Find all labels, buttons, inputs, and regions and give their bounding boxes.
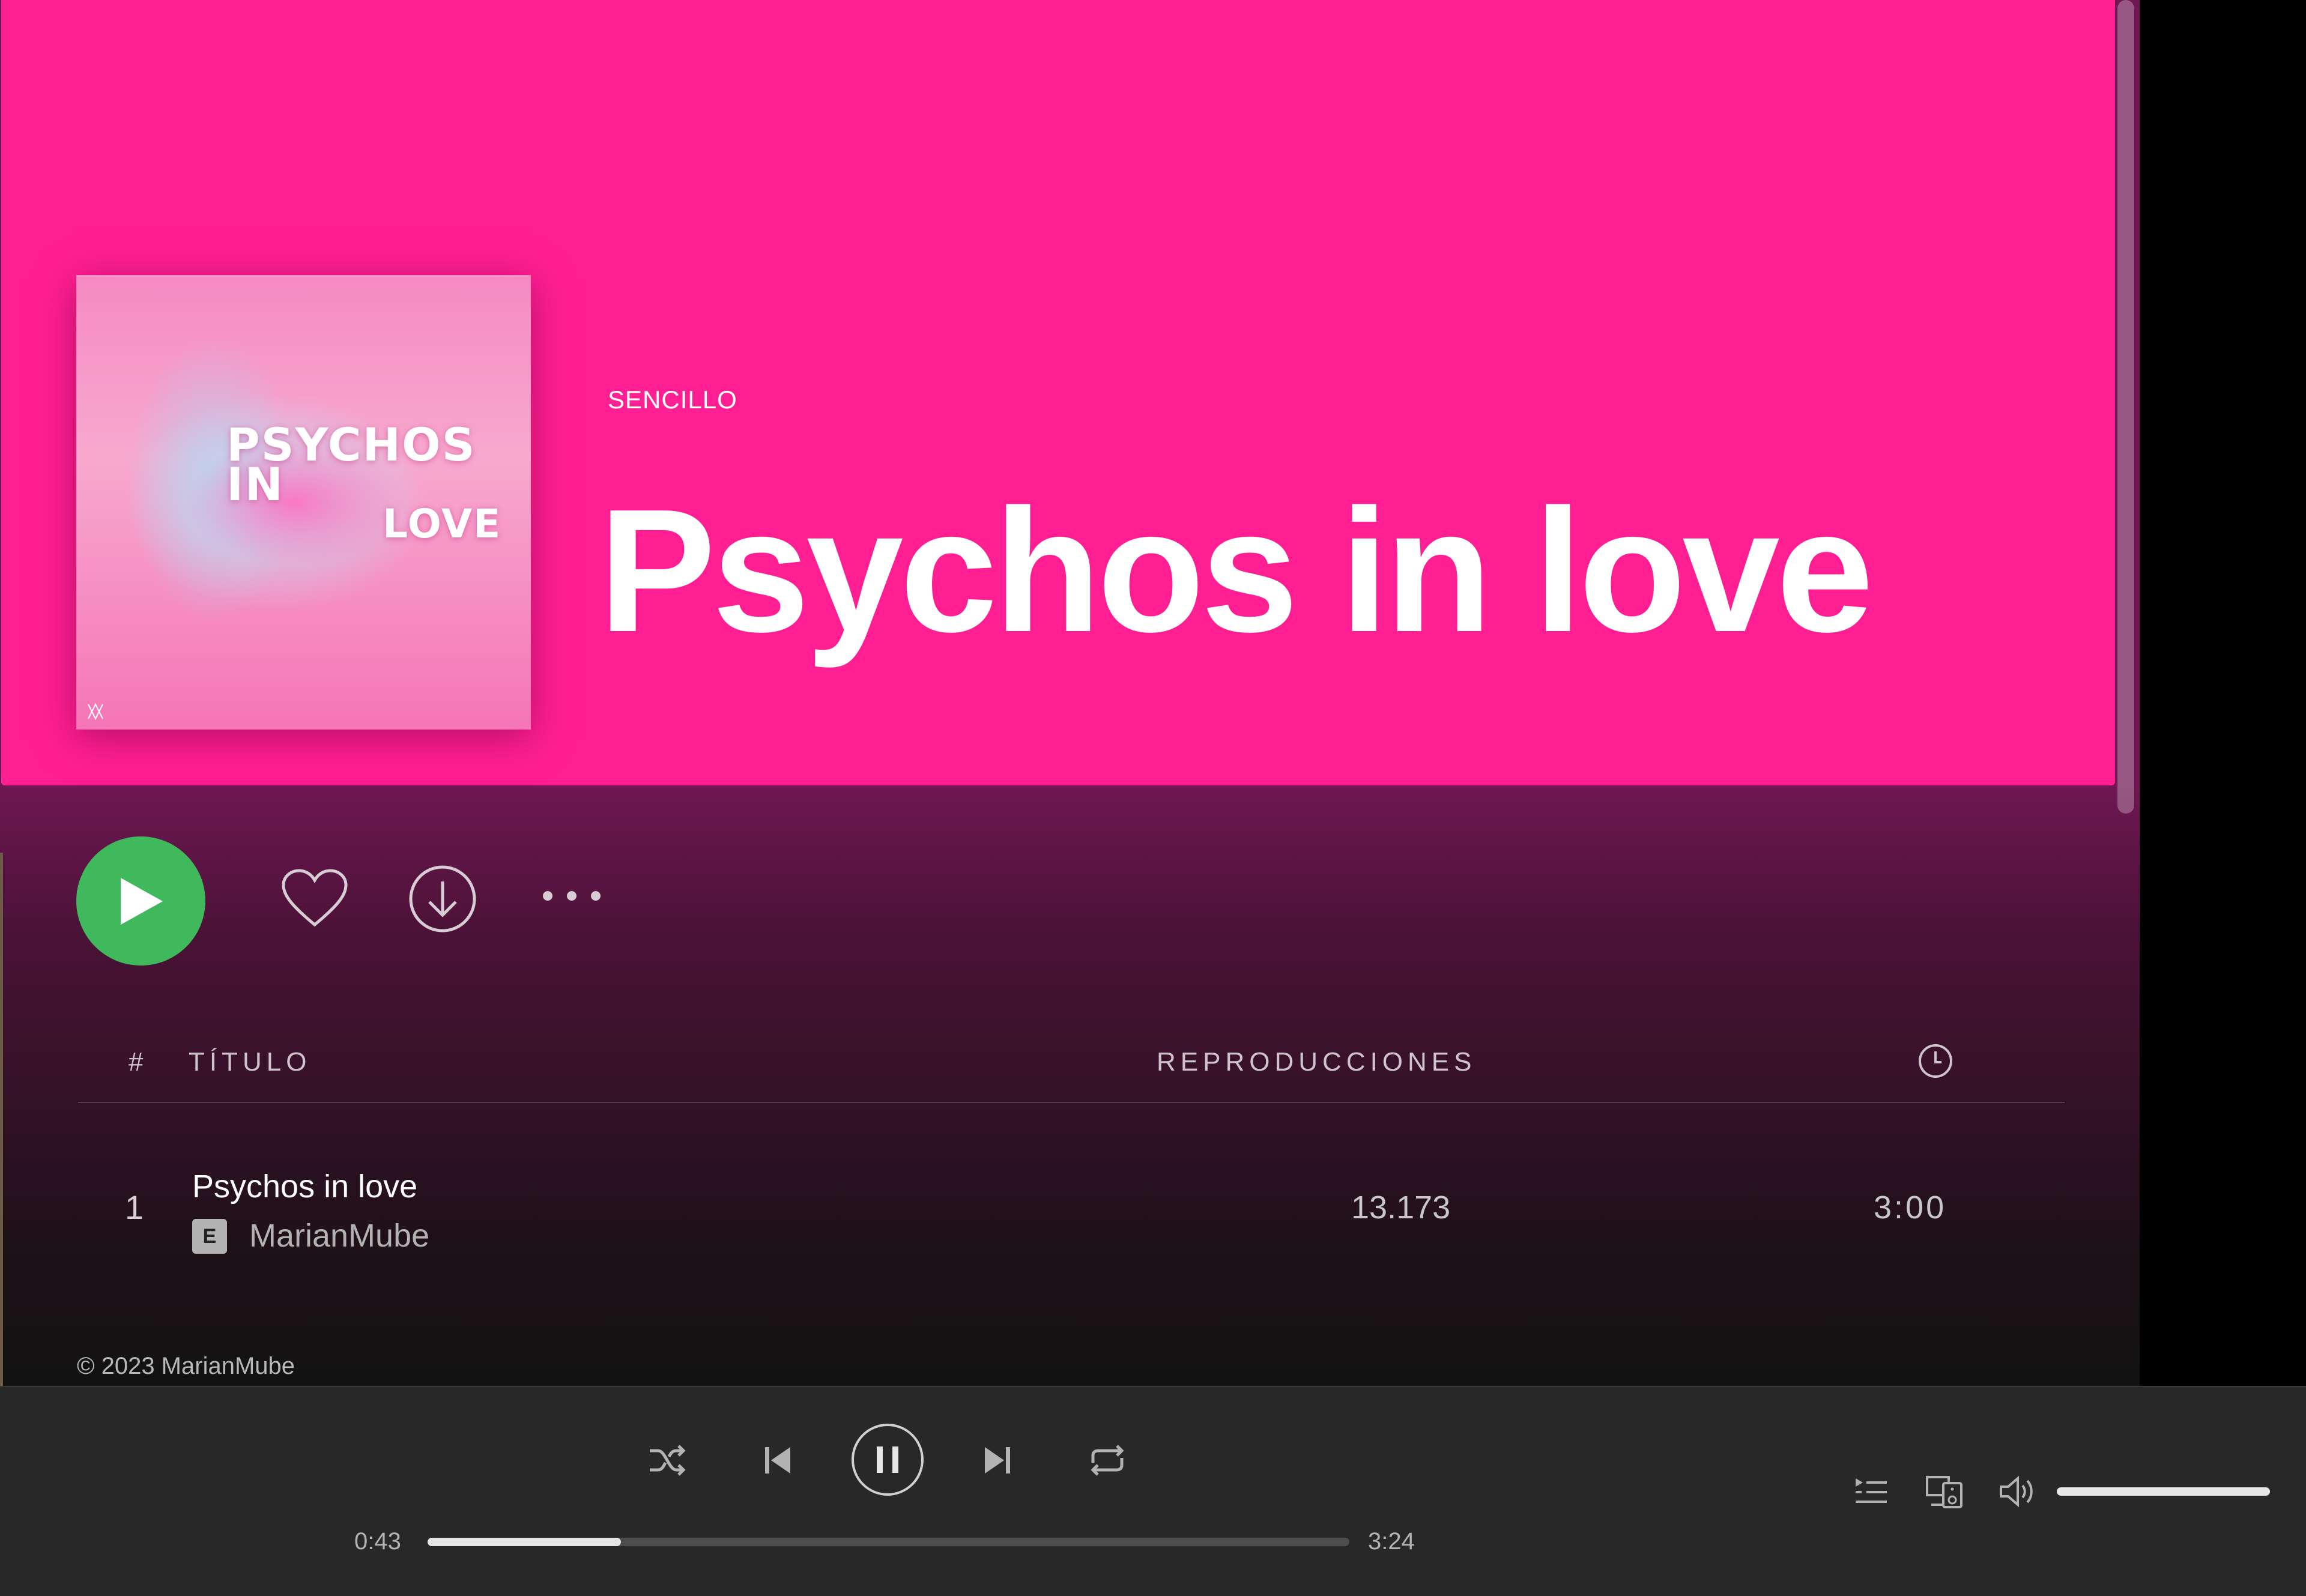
progress-fill: [428, 1538, 622, 1546]
more-options-icon[interactable]: [542, 889, 602, 903]
column-number-header: #: [129, 1047, 148, 1077]
play-icon: [120, 877, 163, 925]
queue-icon[interactable]: [1853, 1476, 1889, 1508]
pause-icon: [877, 1446, 898, 1473]
current-time: 0:43: [354, 1528, 401, 1555]
table-header-divider: [78, 1102, 2065, 1103]
album-cover: PSYCHOS IN LOVE: [76, 275, 531, 730]
track-number: 1: [125, 1188, 144, 1226]
column-plays-header[interactable]: REPRODUCCIONES: [1157, 1047, 1477, 1077]
next-icon[interactable]: [982, 1445, 1011, 1476]
clock-icon: [1919, 1044, 1952, 1078]
cover-lettering: PSYCHOS IN LOVE: [226, 418, 502, 547]
play-button[interactable]: [76, 836, 205, 966]
volume-icon[interactable]: [1999, 1475, 2037, 1508]
total-time: 3:24: [1368, 1528, 1415, 1555]
download-icon[interactable]: [408, 865, 477, 933]
repeat-icon[interactable]: [1088, 1443, 1127, 1477]
album-type-label: SENCILLO: [608, 385, 737, 414]
scrollbar[interactable]: [2117, 0, 2134, 814]
previous-icon[interactable]: [764, 1445, 793, 1476]
track-artist-link[interactable]: MarianMube: [249, 1217, 429, 1254]
explicit-badge: E: [192, 1219, 227, 1254]
heart-icon[interactable]: [281, 868, 348, 928]
cover-logo-icon: [88, 703, 103, 721]
album-title: Psychos in love: [599, 473, 1874, 668]
track-title[interactable]: Psychos in love: [192, 1168, 417, 1205]
progress-bar[interactable]: [428, 1538, 1349, 1546]
pause-button[interactable]: [850, 1422, 925, 1497]
devices-icon[interactable]: [1925, 1475, 1964, 1510]
shuffle-icon[interactable]: [647, 1443, 687, 1477]
track-duration: 3:00: [1874, 1189, 1947, 1226]
track-plays: 13.173: [1351, 1189, 1451, 1226]
column-title-header[interactable]: TÍTULO: [189, 1047, 311, 1077]
left-panel-edge: [0, 853, 3, 1386]
copyright-text: © 2023 MarianMube: [77, 1353, 295, 1379]
volume-fill: [2057, 1487, 2270, 1496]
album-header: PSYCHOS IN LOVE SENCILLO Psychos in love: [1, 0, 2115, 785]
main-view: PSYCHOS IN LOVE SENCILLO Psychos in love…: [0, 0, 2140, 1386]
volume-slider[interactable]: [2057, 1487, 2270, 1496]
